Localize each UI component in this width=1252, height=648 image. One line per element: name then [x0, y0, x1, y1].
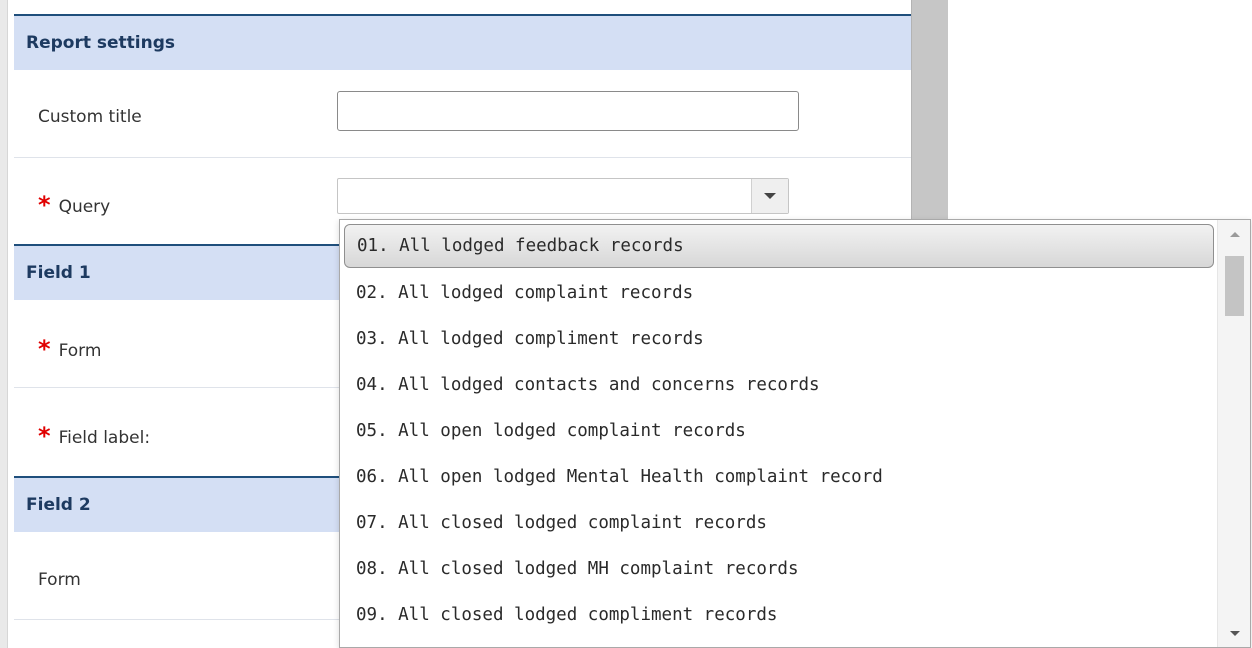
required-star-icon: *: [38, 422, 51, 450]
query-option[interactable]: 09. All closed lodged compliment records: [344, 592, 1214, 638]
query-label-wrap: * Query: [38, 191, 111, 219]
query-option[interactable]: 03. All lodged compliment records: [344, 316, 1214, 362]
report-settings-title: Report settings: [26, 33, 176, 53]
scrollbar-thumb[interactable]: [1225, 256, 1244, 316]
field2-title: Field 2: [26, 495, 91, 515]
required-star-icon: *: [38, 191, 51, 219]
query-option[interactable]: 02. All lodged complaint records: [344, 270, 1214, 316]
field1-form-label-wrap: * Form: [38, 335, 102, 363]
field1-field-label: Field label:: [58, 428, 151, 448]
custom-title-row: Custom title: [14, 70, 911, 158]
scroll-down-icon[interactable]: [1218, 619, 1250, 647]
window-left-edge: [0, 0, 8, 648]
chevron-down-icon[interactable]: [751, 179, 788, 213]
required-star-icon: *: [38, 335, 51, 363]
query-option[interactable]: 06. All open lodged Mental Health compla…: [344, 454, 1214, 500]
query-option[interactable]: 07. All closed lodged complaint records: [344, 500, 1214, 546]
query-combobox[interactable]: [337, 178, 789, 214]
field2-form-label: Form: [38, 570, 81, 590]
custom-title-input[interactable]: [337, 91, 799, 131]
query-label: Query: [58, 197, 111, 217]
scroll-up-icon[interactable]: [1218, 220, 1250, 248]
field1-form-label: Form: [58, 341, 102, 361]
query-option[interactable]: 05. All open lodged complaint records: [344, 408, 1214, 454]
query-options: 01. All lodged feedback records 02. All …: [344, 224, 1214, 638]
report-settings-header: Report settings: [14, 16, 911, 70]
query-option[interactable]: 04. All lodged contacts and concerns rec…: [344, 362, 1214, 408]
query-option[interactable]: 08. All closed lodged MH complaint recor…: [344, 546, 1214, 592]
query-option[interactable]: 01. All lodged feedback records: [344, 224, 1214, 268]
dropdown-scrollbar[interactable]: [1217, 220, 1250, 647]
field1-title: Field 1: [26, 263, 91, 283]
field1-field-label-wrap: * Field label:: [38, 422, 151, 450]
custom-title-label: Custom title: [38, 107, 142, 127]
query-dropdown-list: 01. All lodged feedback records 02. All …: [339, 219, 1251, 648]
